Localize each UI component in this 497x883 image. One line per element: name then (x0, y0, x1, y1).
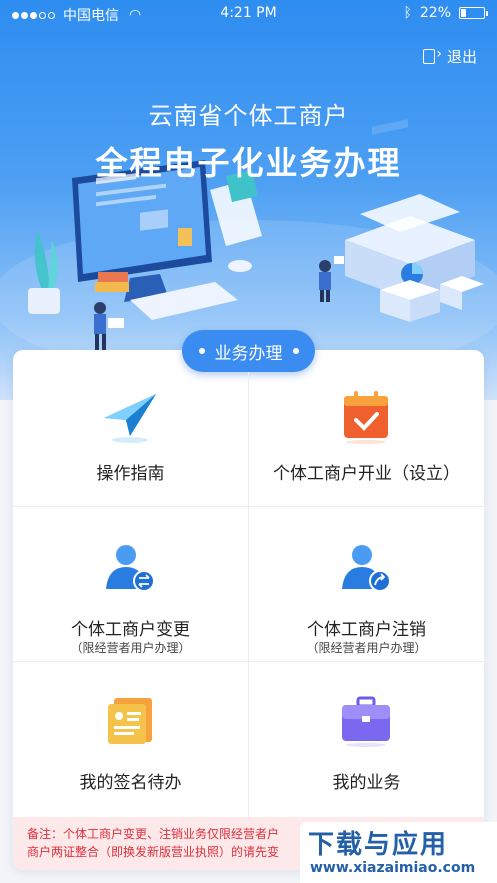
status-bar: 中国电信 ◠ 4:21 PM ᛒ 22% (0, 0, 497, 28)
page-title: 全程电子化业务办理 (95, 144, 402, 182)
logout-button[interactable]: 退出 (422, 46, 477, 67)
service-label: 个体工商户开业（设立） (273, 464, 460, 484)
battery-percent: 22% (419, 5, 451, 21)
service-open-business[interactable]: 个体工商户开业（设立） (249, 372, 484, 506)
service-my-business[interactable]: 我的业务 (249, 662, 484, 817)
service-change[interactable]: 个体工商户变更 （限经营者用户办理） (13, 507, 248, 661)
dot-icon (198, 348, 205, 354)
service-label: 我的业务 (332, 773, 401, 793)
bluetooth-icon: ᛒ (403, 5, 412, 21)
watermark-title: 下载与应用 (308, 830, 449, 860)
watermark-url: www.xiazaimiao.com (310, 860, 476, 876)
briefcase-icon (336, 692, 396, 748)
battery-icon (459, 7, 488, 19)
service-note: （限经营者用户办理） (306, 641, 427, 655)
service-label: 我的签名待办 (79, 773, 182, 793)
signature-doc-icon (100, 692, 160, 748)
dot-icon (292, 348, 299, 354)
service-label: 操作指南 (96, 464, 165, 484)
user-exchange-icon (100, 541, 160, 597)
service-label: 个体工商户变更 (71, 620, 190, 640)
service-signature-todo[interactable]: 我的签名待办 (13, 662, 248, 817)
user-cancel-icon (336, 541, 396, 597)
calendar-check-icon (336, 388, 396, 444)
service-guide[interactable]: 操作指南 (13, 372, 248, 506)
exit-icon (422, 46, 442, 64)
logout-label: 退出 (446, 48, 477, 66)
paper-plane-icon (100, 388, 160, 444)
service-label: 个体工商户注销 (307, 620, 426, 640)
section-header: 业务办理 (182, 330, 315, 372)
site-watermark: 下载与应用 www.xiazaimiao.com (300, 822, 497, 883)
service-cancel[interactable]: 个体工商户注销 （限经营者用户办理） (249, 507, 484, 661)
section-title: 业务办理 (214, 343, 283, 364)
service-note: （限经营者用户办理） (70, 641, 191, 655)
status-right: ᛒ 22% (403, 5, 488, 21)
page-subtitle: 云南省个体工商户 (148, 102, 349, 130)
